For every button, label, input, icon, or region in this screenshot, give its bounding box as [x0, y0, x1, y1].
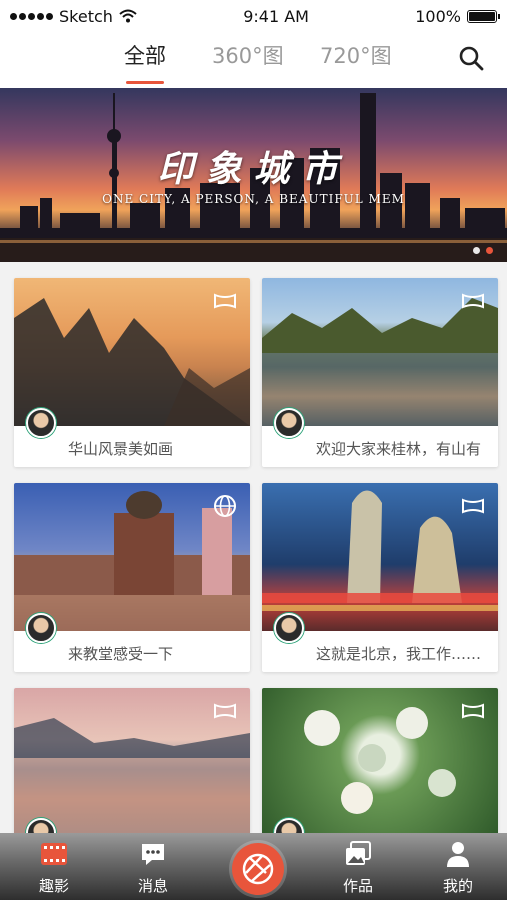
photo-card[interactable]: 这就是北京，我工作……	[262, 483, 498, 672]
nav-label: 趣影	[38, 877, 69, 895]
nav-label: 作品	[342, 877, 373, 895]
tab-720[interactable]: 720°图	[320, 40, 392, 80]
globe-icon	[214, 495, 236, 517]
pager-dot-active[interactable]	[486, 247, 493, 254]
photo-card[interactable]	[14, 688, 250, 848]
panorama-icon	[462, 293, 484, 309]
card-caption: 这就是北京，我工作……	[316, 645, 482, 663]
clock: 9:41 AM	[243, 6, 309, 26]
film-icon	[41, 843, 67, 865]
category-tabs: 全部 360°图 720°图	[0, 32, 507, 88]
hero-banner[interactable]: 印象城市 ONE CITY, A PERSON, A BEAUTIFUL MEM	[0, 88, 507, 262]
bottom-tab-bar: 趣影 消息 作品 我的	[0, 833, 507, 900]
card-caption: 华山风景美如画	[68, 440, 174, 458]
user-icon	[447, 842, 469, 867]
card-caption: 来教堂感受一下	[68, 645, 174, 663]
panorama-icon	[214, 703, 236, 719]
tab-all[interactable]: 全部	[124, 40, 166, 84]
avatar[interactable]	[26, 613, 56, 643]
photo-card[interactable]: 华山风景美如画	[14, 278, 250, 467]
camera-shutter-button[interactable]	[232, 843, 284, 895]
tab-360[interactable]: 360°图	[212, 40, 284, 80]
battery-icon	[466, 9, 500, 23]
panorama-icon	[462, 703, 484, 719]
pager-dot[interactable]	[473, 247, 480, 254]
nav-works[interactable]: 作品	[318, 839, 398, 896]
nav-label: 消息	[137, 877, 168, 895]
signal-icon	[10, 12, 53, 20]
avatar[interactable]	[274, 613, 304, 643]
photo-card[interactable]: 欢迎大家来桂林，有山有	[262, 278, 498, 467]
banner-subtitle: ONE CITY, A PERSON, A BEAUTIFUL MEM	[102, 192, 405, 206]
photo-card[interactable]	[262, 688, 498, 848]
avatar[interactable]	[26, 408, 56, 438]
status-bar: Sketch 9:41 AM 100%	[0, 0, 507, 32]
camera-shutter-icon	[242, 853, 274, 885]
nav-messages[interactable]: 消息	[113, 839, 193, 896]
photo-card[interactable]: 来教堂感受一下	[14, 483, 250, 672]
nav-profile[interactable]: 我的	[418, 839, 498, 896]
panorama-icon	[214, 293, 236, 309]
battery-percent: 100%	[415, 6, 461, 26]
nav-label: 我的	[442, 877, 473, 895]
banner-pager[interactable]	[473, 247, 493, 254]
message-icon	[142, 844, 164, 865]
banner-title: 印象城市	[157, 148, 350, 190]
gallery-icon	[346, 841, 371, 865]
panorama-icon	[462, 498, 484, 514]
nav-fun-photo[interactable]: 趣影	[14, 839, 94, 896]
carrier-label: Sketch	[59, 6, 113, 26]
card-caption: 欢迎大家来桂林，有山有	[316, 440, 482, 458]
avatar[interactable]	[274, 408, 304, 438]
wifi-icon	[119, 9, 137, 23]
search-icon[interactable]	[457, 44, 485, 72]
